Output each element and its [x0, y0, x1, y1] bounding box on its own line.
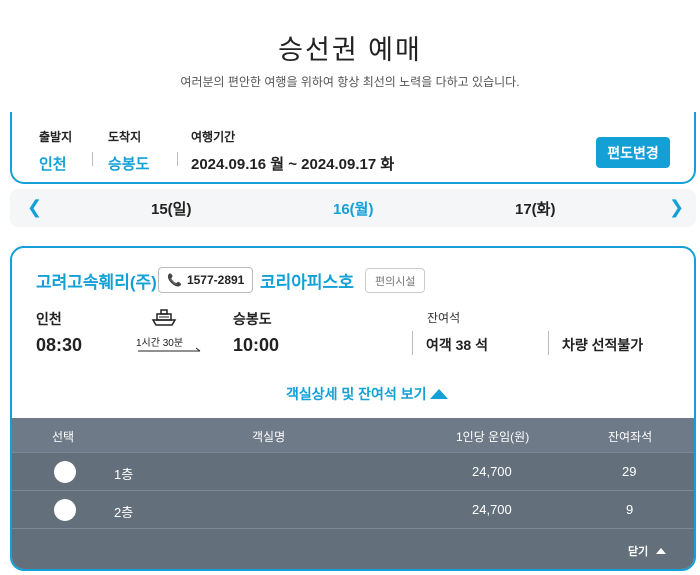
- caret-up-icon: [430, 389, 449, 399]
- date-tab-prev[interactable]: 15(일): [151, 198, 191, 219]
- close-button[interactable]: 닫기: [628, 543, 667, 559]
- phone-number-box: 📞 1577-2891: [158, 267, 254, 293]
- room-name: 2층: [114, 505, 134, 520]
- chevron-right-icon[interactable]: ❯: [669, 197, 684, 217]
- divider: [412, 331, 413, 355]
- departure-port: 인천: [36, 311, 62, 327]
- date-tab-current[interactable]: 16(월): [333, 198, 373, 219]
- close-label: 닫기: [628, 546, 649, 558]
- page-title: 승선권 예매: [278, 35, 422, 65]
- departure-field: 출발지 인천: [39, 128, 72, 174]
- caret-up-icon: [656, 548, 667, 554]
- room-details-toggle[interactable]: 객실상세 및 잔여석 보기: [286, 384, 449, 404]
- vehicle-status: 차량 선적불가: [562, 337, 644, 353]
- select-radio[interactable]: [54, 499, 76, 521]
- column-header-remaining: 잔여좌석: [608, 430, 653, 444]
- arrow-right-icon: [138, 347, 201, 352]
- page-subtitle: 여러분의 편안한 여행을 위하여 항상 최선의 노력을 다하고 있습니다.: [180, 75, 520, 89]
- departure-label: 출발지: [39, 130, 73, 144]
- room-name: 1층: [114, 467, 134, 482]
- column-header-room: 객실명: [252, 430, 286, 444]
- divider: [92, 152, 93, 166]
- arrival-value: 승봉도: [108, 156, 150, 173]
- select-radio[interactable]: [54, 461, 76, 483]
- ferry-company-name: 고려고속훼리(주): [36, 273, 157, 292]
- remaining-value: 9: [626, 502, 634, 517]
- period-label: 여행기간: [191, 130, 236, 144]
- fare-value: 24,700: [472, 502, 512, 517]
- arrival-label: 도착지: [108, 130, 142, 144]
- arrival-port: 승봉도: [233, 311, 272, 327]
- arrival-field: 도착지 승봉도: [108, 128, 149, 174]
- fare-value: 24,700: [472, 464, 512, 479]
- seat-table: 선택 객실명 1인당 운임(원) 잔여좌석 1층 24,700 29 2층 24…: [12, 418, 694, 569]
- table-row: 1층 24,700 29: [12, 452, 694, 490]
- table-row: 2층 24,700 9: [12, 490, 694, 528]
- phone-icon: 📞: [167, 273, 182, 287]
- date-navigation: ❮ 15(일) 16(월) 17(화) ❯: [10, 189, 696, 227]
- departure-time: 08:30: [36, 335, 83, 355]
- voyage-card: 고려고속훼리(주) 📞 1577-2891 코리아피스호 편의시설 인천 08:…: [10, 246, 696, 571]
- ship-name: 코리아피스호: [260, 273, 354, 292]
- one-way-change-button[interactable]: 편도변경: [596, 137, 670, 168]
- column-header-select: 선택: [52, 430, 75, 444]
- travel-period-field: 여행기간 2024.09.16 월 ~ 2024.09.17 화: [191, 128, 394, 174]
- phone-number: 1577-2891: [186, 273, 245, 287]
- facilities-button[interactable]: 편의시설: [365, 268, 426, 293]
- date-tab-next[interactable]: 17(화): [515, 198, 555, 219]
- room-details-label: 객실상세 및 잔여석 보기: [286, 386, 427, 402]
- departure-value: 인천: [39, 156, 67, 173]
- remaining-value: 29: [622, 464, 637, 479]
- table-footer: 닫기: [12, 528, 694, 569]
- period-value: 2024.09.16 월 ~ 2024.09.17 화: [191, 156, 395, 173]
- column-header-fare: 1인당 운임(원): [456, 430, 530, 444]
- remaining-seats-label: 잔여석: [427, 311, 461, 325]
- passenger-remaining: 여객 38 석: [426, 337, 488, 353]
- divider: [548, 331, 549, 355]
- arrival-time: 10:00: [233, 335, 280, 355]
- chevron-left-icon[interactable]: ❮: [27, 197, 42, 217]
- table-header: 선택 객실명 1인당 운임(원) 잔여좌석: [12, 418, 694, 452]
- ship-icon: [151, 309, 177, 326]
- divider: [177, 152, 178, 166]
- route-summary: 출발지 인천 도착지 승봉도 여행기간 2024.09.16 월 ~ 2024.…: [10, 112, 696, 184]
